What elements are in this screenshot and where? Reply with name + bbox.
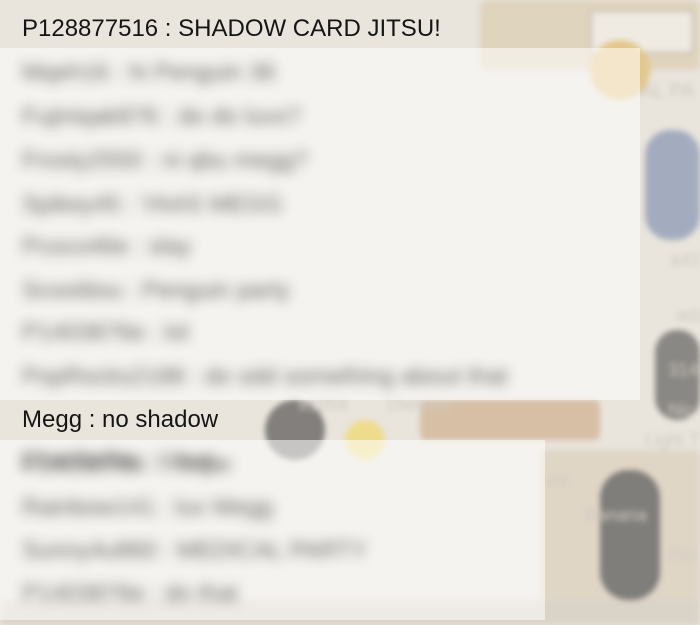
game-screen: AL PA a1059 15elena Light T Banana Nic a… — [0, 0, 700, 625]
chat-message-redacted: Spikey45 : YAAS MEGG — [22, 191, 283, 218]
chat-message-redacted: Mqeh16 : hi Penguin 36 — [22, 59, 276, 86]
chat-message-redacted: Scootitou : Penguin party — [22, 277, 291, 304]
chat-log: P128877516 : SHADOW CARD JITSU! Mqeh16 :… — [0, 0, 700, 625]
chat-message-reply: Megg : no shadow — [22, 406, 219, 433]
chat-message-redacted: P1403876e : do that — [22, 580, 239, 607]
chat-message-redacted: PopRocks2188 : do sdd something about th… — [22, 363, 508, 390]
chat-message-highlighted: P128877516 : SHADOW CARD JITSU! — [22, 15, 441, 42]
chat-message-redacted: Sunny4u860 : MEDICAL PARTY — [22, 537, 368, 564]
chat-message-redacted: Fujiniqak876 : do do luvs? — [22, 103, 301, 130]
chat-message-redacted: Rainbow141 : luv Megg — [22, 494, 273, 521]
chat-message-redacted: P1403876e : I hope — [22, 451, 232, 478]
chat-message-redacted: Frosty2550 : ni qbu megg? — [22, 147, 308, 174]
chat-message-redacted: Pcoco46e : slay — [22, 233, 192, 260]
chat-message-redacted: P1403876e : lol — [22, 319, 189, 346]
